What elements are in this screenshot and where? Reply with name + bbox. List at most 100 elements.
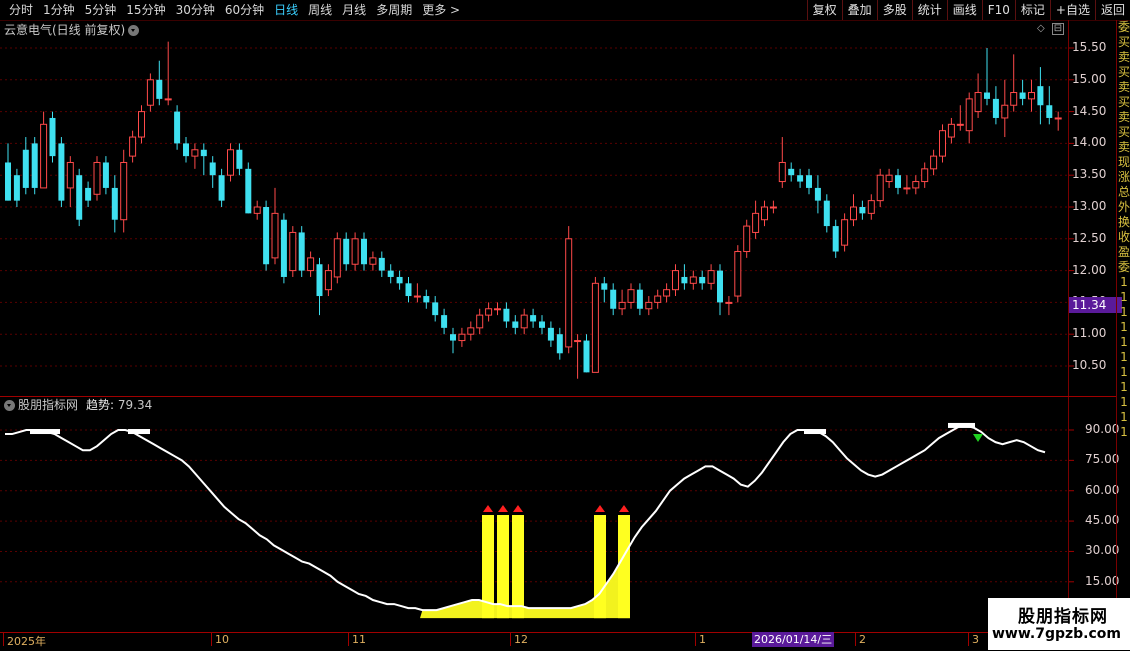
date-tick <box>695 632 696 646</box>
date-tick <box>211 632 212 646</box>
indicator-tick-label: 30.00 <box>1085 543 1120 558</box>
candle-body-up <box>138 111 145 138</box>
kline-chart[interactable] <box>0 0 1130 650</box>
strip-char: 现 <box>1117 155 1130 169</box>
up-arrow-icon <box>595 505 605 513</box>
peak-cap <box>30 429 60 435</box>
candle-body-up <box>743 225 751 253</box>
date-tick-label: 11 <box>352 633 366 646</box>
candle-body-up <box>333 238 341 278</box>
candle-body-down <box>832 226 839 252</box>
candle-body-down <box>797 175 804 182</box>
candle-body-up <box>761 206 768 221</box>
candle-body-down <box>1019 92 1026 99</box>
strip-char: 买 <box>1117 95 1130 109</box>
candle-body-down <box>539 321 545 328</box>
strip-char: 1 <box>1120 275 1128 289</box>
candle-body-down <box>183 143 189 157</box>
signal-bar <box>497 515 509 619</box>
candle-body-down <box>636 289 643 309</box>
candle-body-up <box>947 123 955 138</box>
candle-body-down <box>218 175 225 201</box>
date-tick-label: 3 <box>972 633 979 646</box>
up-arrow-icon <box>619 505 629 513</box>
candle-body-up <box>752 212 760 233</box>
candle-body-up <box>565 238 573 348</box>
chart-title: 云意电气(日线 前复权) <box>4 22 140 38</box>
indicator-value: 79.34 <box>117 398 153 412</box>
candle-body-up <box>974 92 982 113</box>
candle-body-down <box>823 200 830 227</box>
candle-body-down <box>441 315 448 328</box>
candle-body-up <box>1028 92 1035 100</box>
strip-char: 1 <box>1120 290 1128 304</box>
strip-char: 委 <box>1117 260 1130 274</box>
candle-body-down <box>396 276 403 284</box>
candle-body-down <box>343 238 350 265</box>
strip-char: 收 <box>1117 230 1130 244</box>
candle-body-up <box>725 301 733 304</box>
strip-char: 外 <box>1117 200 1130 214</box>
strip-char: 卖 <box>1117 80 1130 94</box>
candle-body-up <box>956 123 964 126</box>
candle-body-down <box>49 117 56 157</box>
date-tick-label: 1 <box>699 633 706 646</box>
candle-body-up <box>850 206 857 221</box>
candle-body-down <box>717 270 723 303</box>
strip-char: 卖 <box>1117 140 1130 154</box>
candle-body-down <box>583 340 590 373</box>
strip-char: 买 <box>1117 125 1130 139</box>
diamond-icon[interactable]: ◇ <box>1037 24 1047 34</box>
date-tick <box>348 632 349 646</box>
candle-body-down <box>298 232 305 271</box>
price-tick-label: 14.00 <box>1072 135 1107 150</box>
candle-body-up <box>930 155 938 170</box>
candle-body-down <box>601 283 608 290</box>
candle-body-up <box>707 270 715 284</box>
candle-body-down <box>556 334 563 354</box>
candle-body-down <box>503 308 510 322</box>
watermark-url: www.7gpzb.com <box>992 626 1122 642</box>
candle-body-down <box>814 187 821 201</box>
candle-body-down <box>859 207 866 214</box>
current-price-tag: 11.34 <box>1069 297 1122 313</box>
date-tick-label: 2 <box>859 633 866 646</box>
candle-body-up <box>253 206 261 214</box>
candle-body-up <box>867 200 875 214</box>
indicator-tick-label: 15.00 <box>1085 573 1120 588</box>
candle-body-up <box>164 98 172 101</box>
price-tick-label: 13.50 <box>1072 167 1107 182</box>
price-tick-label: 15.50 <box>1072 40 1107 54</box>
chevron-down-icon[interactable] <box>128 25 140 36</box>
strip-char: 买 <box>1117 35 1130 49</box>
candle-body-up <box>778 161 786 183</box>
candle-body-up <box>672 270 679 291</box>
peak-cap <box>804 429 826 435</box>
strip-char: 总 <box>1117 185 1130 199</box>
strip-char: 1 <box>1120 410 1128 424</box>
plus-minus-icon[interactable]: ⊟ <box>1052 23 1064 35</box>
strip-char: 1 <box>1120 335 1128 349</box>
candle-body-up <box>841 219 849 246</box>
candle-body-down <box>984 92 990 99</box>
candle-body-down <box>209 162 216 176</box>
candle-body-up <box>520 314 528 329</box>
strip-char: 委 <box>1117 20 1130 34</box>
date-tick-label: 10 <box>215 633 229 646</box>
candle-body-up <box>618 301 626 310</box>
indicator-tick-label: 75.00 <box>1085 452 1120 467</box>
candle-body-up <box>191 149 199 157</box>
candle-body-down <box>22 149 29 188</box>
candle-body-up <box>689 276 697 284</box>
price-tick-label: 12.00 <box>1072 262 1107 277</box>
candle-body-up <box>476 314 484 329</box>
strip-char: 1 <box>1120 425 1128 439</box>
candle-body-down <box>610 289 617 309</box>
signal-bar <box>512 515 524 619</box>
indicator-tick-label: 60.00 <box>1085 482 1120 497</box>
candle-body-up <box>129 136 137 157</box>
chevron-down-icon[interactable] <box>4 400 15 411</box>
candle-body-down <box>31 143 38 188</box>
candle-body-up <box>769 206 777 209</box>
indicator-tick-label: 90.00 <box>1085 422 1120 436</box>
